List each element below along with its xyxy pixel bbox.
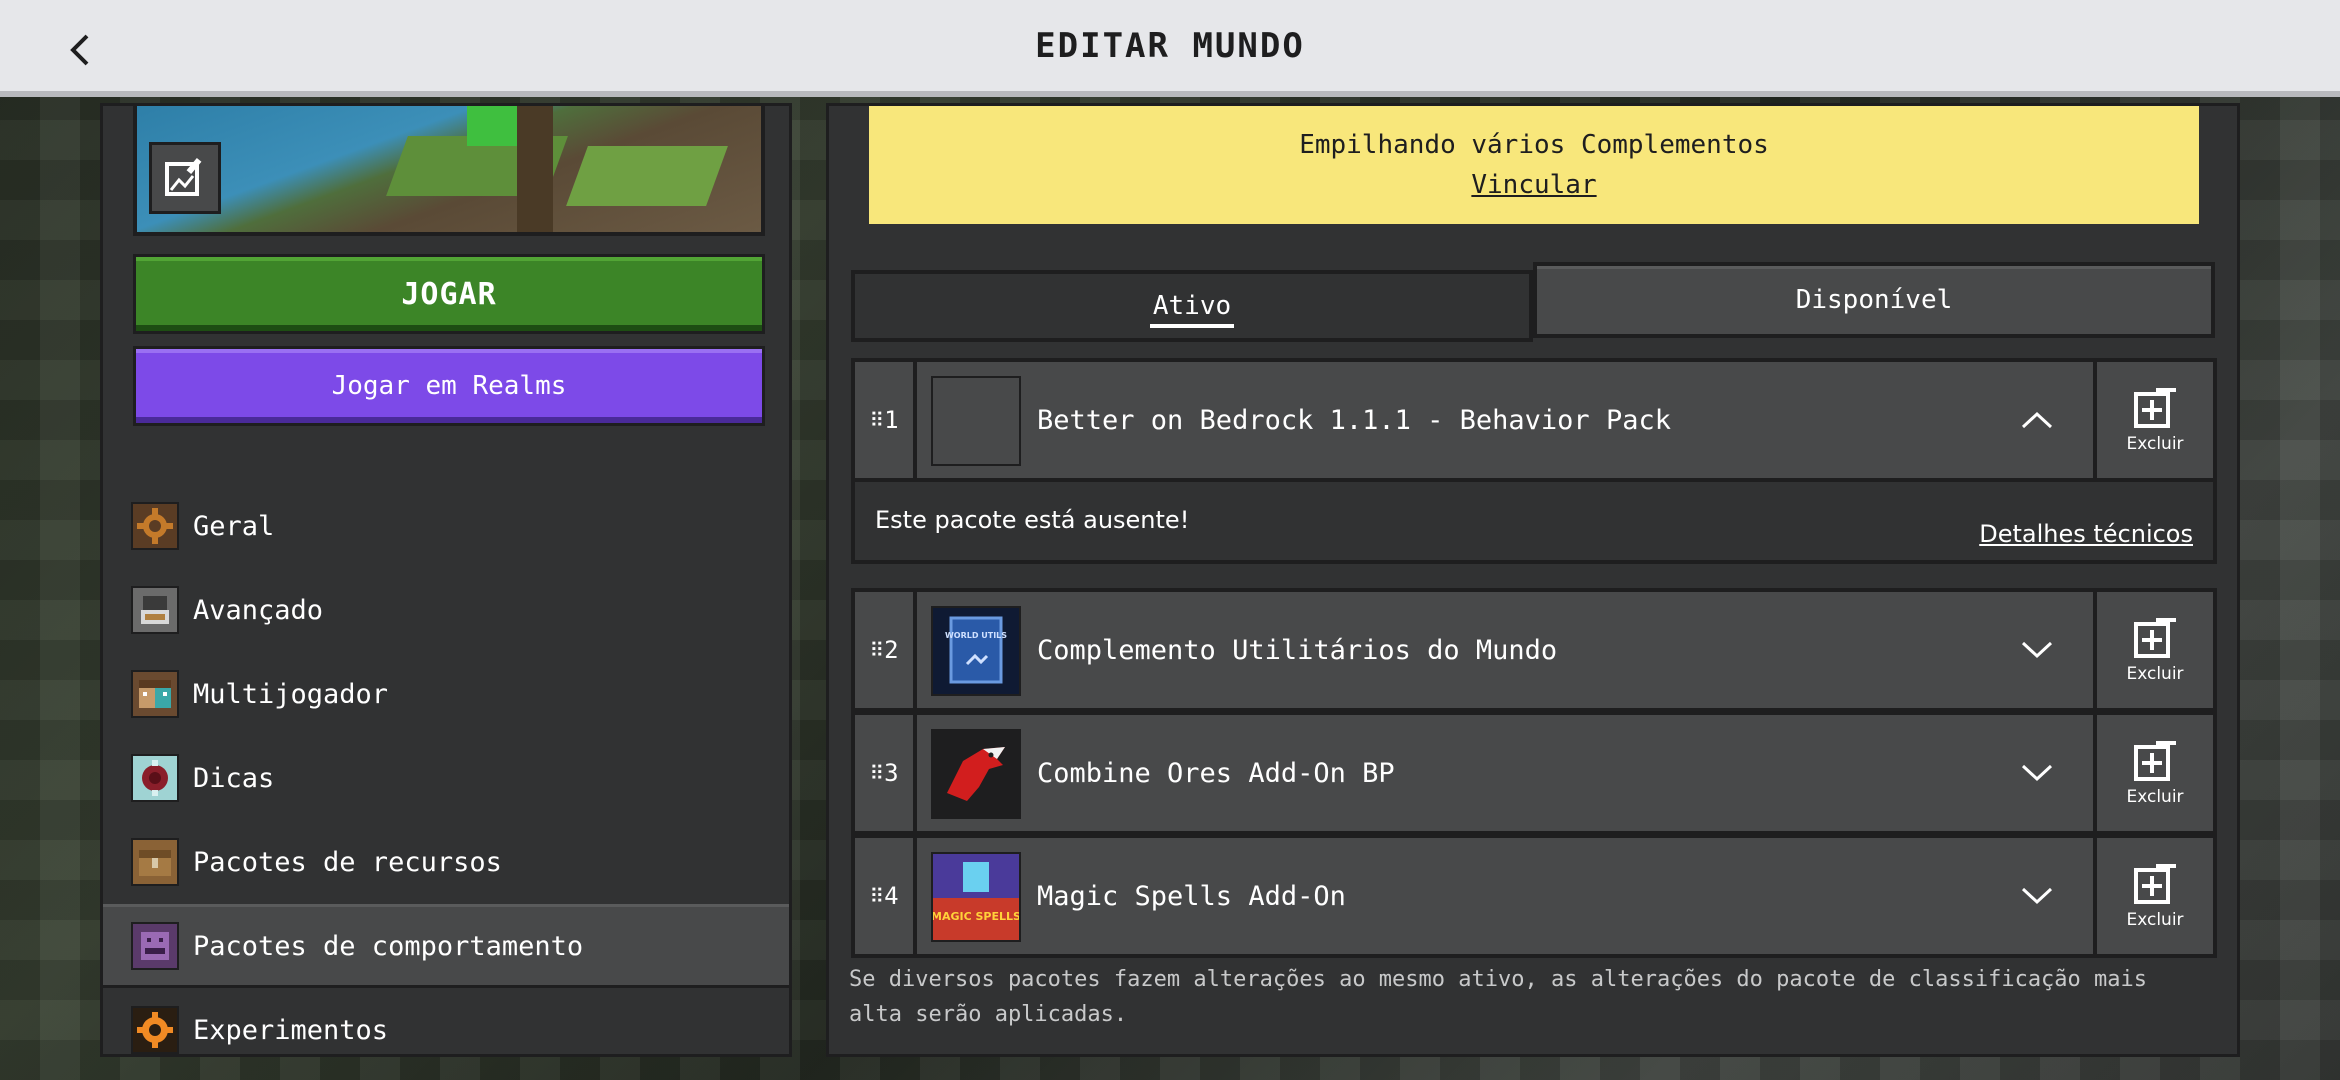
pack-icon-placeholder (931, 376, 1021, 466)
nav-label: Experimentos (193, 1014, 389, 1046)
chevron-down-icon (2021, 641, 2053, 659)
pack-item: ⠿ 2 WORLD UTILS Complemento Utilitários … (851, 588, 2217, 712)
technical-details-link[interactable]: Detalhes técnicos (1979, 520, 2193, 548)
chevron-left-icon (70, 34, 89, 66)
tab-available[interactable]: Disponível (1533, 262, 2215, 338)
world-utils-pack-icon: WORLD UTILS (931, 606, 1021, 696)
world-sidebar: JOGAR Jogar em Realms Geral Avançado Mul… (100, 103, 792, 1057)
nav-item-tips[interactable]: Dicas (103, 736, 789, 820)
top-bar: EDITAR MUNDO (0, 0, 2340, 97)
tips-icon (131, 754, 179, 802)
remove-label: Excluir (2126, 910, 2184, 930)
expand-button[interactable] (2015, 874, 2059, 918)
gear-icon (131, 502, 179, 550)
remove-pack-icon (2134, 388, 2176, 428)
remove-pack-icon (2134, 864, 2176, 904)
missing-pack-text: Este pacote está ausente! (875, 506, 1190, 534)
nav-item-behavior-packs[interactable]: Pacotes de comportamento (103, 904, 789, 988)
drag-grip-icon: ⠿ (869, 638, 884, 662)
players-icon (131, 670, 179, 718)
priority-note: Se diversos pacotes fazem alterações ao … (849, 967, 2148, 1027)
nav-item-resource-packs[interactable]: Pacotes de recursos (103, 820, 789, 904)
tab-label: Disponível (1795, 285, 1953, 315)
play-realms-button[interactable]: Jogar em Realms (133, 346, 765, 426)
world-thumbnail (133, 106, 765, 236)
chevron-down-icon (2021, 887, 2053, 905)
tab-label: Ativo (1152, 291, 1232, 321)
pack-details: Este pacote está ausente! Detalhes técni… (855, 478, 2213, 560)
edit-image-icon (165, 157, 202, 196)
behavior-packs-panel: Empilhando vários Complementos Vincular … (826, 103, 2240, 1057)
pack-name: Magic Spells Add-On (1037, 880, 1346, 912)
drag-grip-icon: ⠿ (869, 408, 884, 432)
nav-item-experiments[interactable]: Experimentos (103, 988, 789, 1072)
remove-label: Excluir (2126, 434, 2184, 454)
notice-text: Empilhando vários Complementos (1299, 130, 1769, 160)
pack-index: 1 (884, 406, 899, 434)
pack-item: ⠿ 3 Combine Ores Add-On BP Excluir (851, 711, 2217, 835)
experiments-icon (131, 1006, 179, 1054)
nav-label: Pacotes de comportamento (193, 930, 584, 962)
remove-pack-icon (2134, 618, 2176, 658)
magic-spells-pack-icon: MAGIC SPELLS (931, 852, 1021, 942)
pack-name: Better on Bedrock 1.1.1 - Behavior Pack (1037, 404, 1671, 436)
play-button[interactable]: JOGAR (133, 254, 765, 334)
drag-handle[interactable]: ⠿ 1 (855, 362, 917, 478)
drag-handle[interactable]: ⠿ 4 (855, 838, 917, 954)
nav-item-multiplayer[interactable]: Multijogador (103, 652, 789, 736)
chevron-down-icon (2021, 764, 2053, 782)
pack-tabs: Ativo Disponível (851, 262, 2215, 342)
nav-label: Pacotes de recursos (193, 846, 502, 878)
settings-nav: Geral Avançado Multijogador Dicas Pacote… (103, 484, 789, 1072)
behavior-pack-icon (131, 922, 179, 970)
nav-label: Geral (193, 510, 275, 542)
remove-pack-icon (2134, 741, 2176, 781)
chevron-up-icon (2021, 411, 2053, 429)
remove-label: Excluir (2126, 787, 2184, 807)
page-title: EDITAR MUNDO (1035, 25, 1305, 66)
edit-thumbnail-button[interactable] (149, 142, 221, 214)
remove-label: Excluir (2126, 664, 2184, 684)
stacking-notice: Empilhando vários Complementos Vincular (869, 106, 2199, 224)
remove-pack-button[interactable]: Excluir (2093, 838, 2213, 954)
notice-link[interactable]: Vincular (1471, 170, 1596, 200)
remove-pack-button[interactable]: Excluir (2093, 362, 2213, 478)
nav-item-advanced[interactable]: Avançado (103, 568, 789, 652)
back-button[interactable] (54, 24, 106, 76)
resource-pack-icon (131, 838, 179, 886)
nav-label: Multijogador (193, 678, 389, 710)
expand-button[interactable] (2015, 628, 2059, 672)
drag-handle[interactable]: ⠿ 2 (855, 592, 917, 708)
drag-handle[interactable]: ⠿ 3 (855, 715, 917, 831)
remove-pack-button[interactable]: Excluir (2093, 592, 2213, 708)
pack-index: 2 (884, 636, 899, 664)
pack-index: 4 (884, 882, 899, 910)
pack-name: Combine Ores Add-On BP (1037, 757, 1395, 789)
nav-label: Avançado (193, 594, 324, 626)
pack-icon-text: WORLD UTILS (945, 631, 1007, 640)
eagle-pack-icon (931, 729, 1021, 819)
pack-icon-text: MAGIC SPELLS (933, 910, 1019, 923)
remove-pack-button[interactable]: Excluir (2093, 715, 2213, 831)
drag-grip-icon: ⠿ (869, 761, 884, 785)
pack-name: Complemento Utilitários do Mundo (1037, 634, 1558, 666)
pack-item: ⠿ 4 MAGIC SPELLS Magic Spells Add-On Exc… (851, 834, 2217, 958)
advanced-icon (131, 586, 179, 634)
pack-index: 3 (884, 759, 899, 787)
tab-underline (1150, 324, 1234, 328)
drag-grip-icon: ⠿ (869, 884, 884, 908)
nav-label: Dicas (193, 762, 275, 794)
tab-active[interactable]: Ativo (851, 270, 1533, 342)
expand-button[interactable] (2015, 751, 2059, 795)
pack-item: ⠿ 1 Better on Bedrock 1.1.1 - Behavior P… (851, 358, 2217, 564)
nav-item-general[interactable]: Geral (103, 484, 789, 568)
collapse-button[interactable] (2015, 398, 2059, 442)
